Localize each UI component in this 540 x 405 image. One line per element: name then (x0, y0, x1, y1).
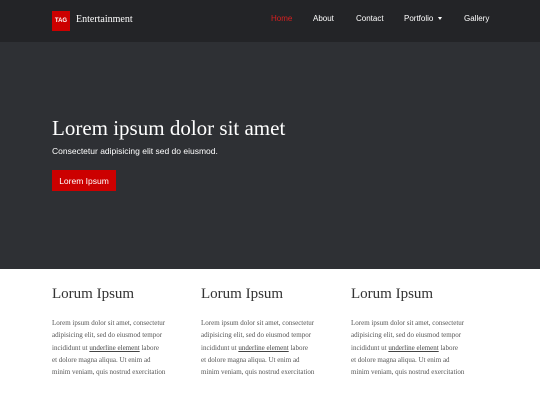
chevron-down-icon (438, 17, 443, 20)
text-line: minim veniam, quis nostrud exercitation (201, 368, 315, 377)
text-fragment: incididunt ut (201, 343, 239, 352)
text-fragment: labore (288, 343, 308, 352)
text-line: et dolore magna aliqua. Ut enim ad (201, 355, 300, 364)
underline-link[interactable]: underline element (388, 344, 438, 352)
text-line: incididunt ut underline element labore (351, 342, 491, 354)
text-line: incididunt ut underline element labore (201, 342, 341, 354)
text-fragment: incididunt ut (351, 343, 389, 352)
text-line: Lorem ipsum dolor sit amet, consectetur (52, 319, 166, 327)
text-line: Lorem ipsum dolor sit amet, consectetur (201, 319, 315, 327)
nav-item-contact[interactable]: Contact (356, 14, 384, 23)
hero-cta-button[interactable]: Lorem Ipsum (52, 170, 116, 191)
text-line: Lorem ipsum dolor sit amet, consectetur (351, 319, 465, 327)
text-fragment: incididunt ut (52, 343, 90, 352)
brand-name[interactable]: Entertainment (76, 14, 133, 25)
nav-item-home[interactable]: Home (271, 14, 292, 23)
nav-item-about[interactable]: About (313, 14, 334, 23)
brand-logo[interactable]: TAG (52, 11, 70, 31)
text-line: adipisicing elit, sed do eiusmod tempor (52, 331, 163, 340)
text-line: et dolore magna aliqua. Ut enim ad (52, 355, 151, 364)
navbar: TAG Entertainment Home About Contact Por… (0, 0, 540, 42)
text-line: minim veniam, quis nostrud exercitation (52, 368, 166, 377)
hero-title: Lorem ipsum dolor sit amet (52, 116, 286, 140)
content-column-2: Lorum Ipsum Lorem ipsum dolor sit amet, … (201, 286, 341, 378)
content-column-3: Lorum Ipsum Lorem ipsum dolor sit amet, … (351, 286, 491, 378)
nav-item-gallery[interactable]: Gallery (464, 14, 489, 23)
text-line: adipisicing elit, sed do eiusmod tempor (201, 331, 312, 340)
nav-item-portfolio[interactable]: Portfolio (404, 14, 443, 23)
column-title: Lorum Ipsum (52, 286, 135, 302)
underline-link[interactable]: underline element (89, 344, 139, 352)
underline-link[interactable]: underline element (238, 344, 288, 352)
text-line: minim veniam, quis nostrud exercitation (351, 368, 465, 377)
column-text: Lorem ipsum dolor sit amet, consectetur … (52, 317, 192, 378)
nav-item-portfolio-label: Portfolio (404, 14, 434, 23)
content-column-1: Lorum Ipsum Lorem ipsum dolor sit amet, … (52, 286, 192, 378)
column-title: Lorum Ipsum (351, 286, 434, 302)
text-fragment: labore (139, 343, 159, 352)
column-text: Lorem ipsum dolor sit amet, consectetur … (201, 317, 341, 378)
text-line: et dolore magna aliqua. Ut enim ad (351, 355, 450, 364)
text-fragment: labore (438, 343, 458, 352)
hero-subtitle: Consectetur adipisicing elit sed do eius… (52, 146, 218, 156)
text-line: incididunt ut underline element labore (52, 342, 192, 354)
column-text: Lorem ipsum dolor sit amet, consectetur … (351, 317, 491, 378)
text-line: adipisicing elit, sed do eiusmod tempor (351, 331, 462, 340)
column-title: Lorum Ipsum (201, 286, 284, 302)
